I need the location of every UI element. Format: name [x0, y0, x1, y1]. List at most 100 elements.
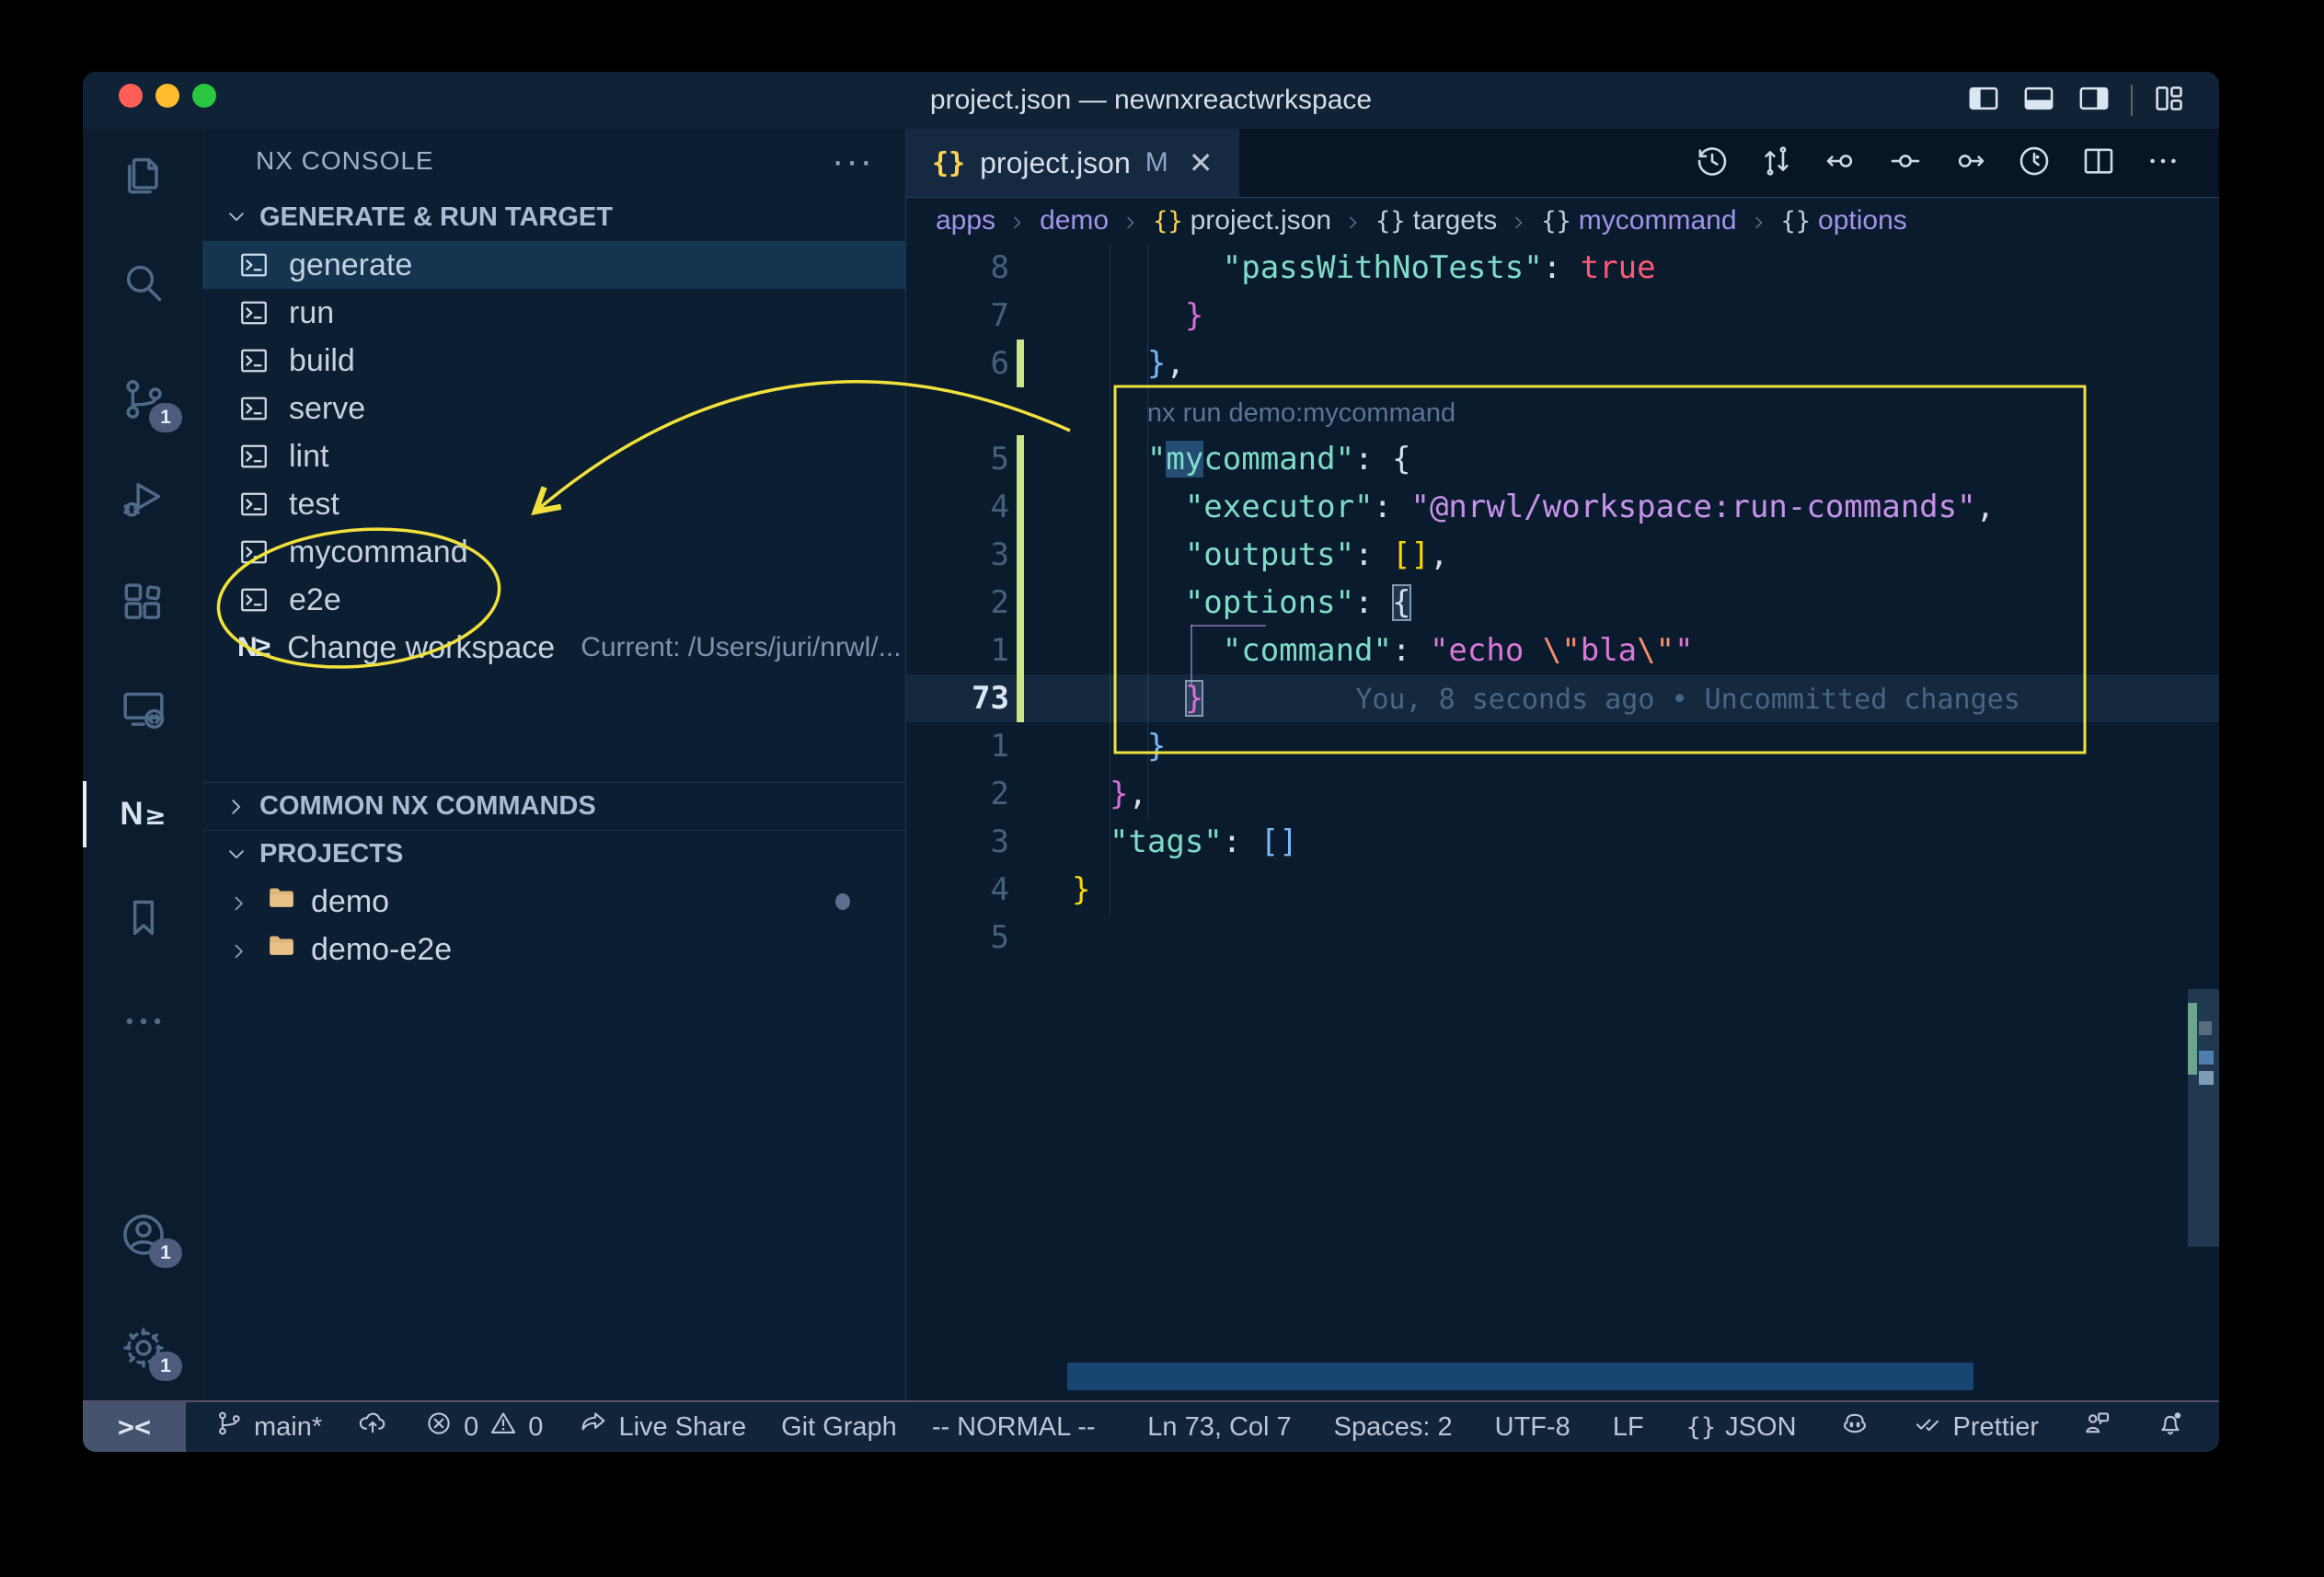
- nx-logo-icon: N≥: [237, 632, 269, 663]
- status-git-graph[interactable]: Git Graph: [781, 1412, 897, 1443]
- section-header-generate-run-target[interactable]: GENERATE & RUN TARGET: [202, 193, 905, 241]
- code-line[interactable]: 5: [906, 914, 2219, 961]
- breadcrumb-item-project.json[interactable]: {}project.json: [1153, 205, 1331, 236]
- sidebar-item-generate[interactable]: generate: [202, 241, 905, 289]
- status-eol[interactable]: LF: [1613, 1412, 1644, 1443]
- activity-item-additional-views[interactable]: [118, 996, 169, 1047]
- token: true: [1581, 249, 1656, 286]
- code-line[interactable]: 5 "mycommand": {: [906, 435, 2219, 483]
- activity-item-accounts[interactable]: 1: [118, 1209, 169, 1260]
- line-number: [906, 387, 1009, 435]
- code-line[interactable]: 1 }: [906, 722, 2219, 770]
- token: }: [1185, 297, 1203, 334]
- code-line[interactable]: 1 "command": "echo \"bla\"": [906, 627, 2219, 674]
- section-header-projects[interactable]: PROJECTS: [202, 830, 905, 878]
- status-encoding[interactable]: UTF-8: [1495, 1412, 1570, 1443]
- breadcrumb-item-apps[interactable]: apps: [936, 205, 995, 236]
- token: {: [1392, 584, 1410, 621]
- status-label: main*: [254, 1412, 322, 1443]
- layout-sidebar-right-icon[interactable]: [2076, 80, 2112, 121]
- layout-sidebar-left-icon[interactable]: [1965, 80, 2002, 121]
- activity-item-source-control[interactable]: 1: [118, 374, 169, 425]
- code-line[interactable]: 8 "passWithNoTests": true: [906, 244, 2219, 292]
- json-file-icon: {}: [932, 147, 965, 179]
- sidebar-item-serve[interactable]: serve: [202, 385, 905, 432]
- activity-item-run-and-debug[interactable]: [118, 473, 169, 524]
- status-formatter-prettier[interactable]: Prettier: [1913, 1408, 2039, 1446]
- sidebar-item-lint[interactable]: lint: [202, 432, 905, 480]
- status-cursor-position[interactable]: Ln 73, Col 7: [1147, 1412, 1291, 1443]
- status-copilot[interactable]: [1839, 1408, 1870, 1446]
- line-number: 2: [906, 770, 1009, 818]
- sidebar-item-run[interactable]: run: [202, 289, 905, 337]
- customize-layout-icon[interactable]: [2151, 80, 2188, 121]
- ellipsis-icon: [118, 996, 169, 1047]
- status-language-mode[interactable]: {}JSON: [1686, 1412, 1797, 1443]
- activity-item-explorer[interactable]: [118, 149, 169, 201]
- code-line-current[interactable]: 73 }You, 8 seconds ago • Uncommitted cha…: [906, 674, 2219, 722]
- token: "outputs": [1185, 536, 1354, 573]
- section-header-common-nx-commands[interactable]: COMMON NX COMMANDS: [202, 782, 905, 830]
- gutter-middle-icon[interactable]: [1886, 142, 1925, 185]
- status-notifications[interactable]: [2155, 1408, 2186, 1446]
- code-line[interactable]: 2 },: [906, 770, 2219, 818]
- status-label: JSON: [1725, 1412, 1796, 1443]
- code-editor[interactable]: 8 "passWithNoTests": true7 }6 }, nx run …: [906, 244, 2219, 1400]
- sidebar-item-e2e[interactable]: e2e: [202, 576, 905, 624]
- project-item-demo[interactable]: demo: [202, 878, 905, 926]
- breadcrumb-item-targets[interactable]: {}targets: [1375, 205, 1497, 236]
- token: []: [1260, 823, 1298, 860]
- code-line[interactable]: 7 }: [906, 292, 2219, 340]
- projects-list: demodemo-e2e: [202, 878, 905, 973]
- status-feedback[interactable]: [2081, 1408, 2112, 1446]
- status-sync-changes[interactable]: [357, 1408, 388, 1446]
- code-line[interactable]: 6 },: [906, 340, 2219, 387]
- activity-item-search[interactable]: [118, 258, 169, 309]
- code-line[interactable]: nx run demo:mycommand: [906, 387, 2219, 435]
- split-editor-icon[interactable]: [2079, 142, 2118, 185]
- activity-item-remote-explorer[interactable]: [118, 685, 169, 736]
- code-text: "executor": "@nrwl/workspace:run-command…: [1072, 483, 1995, 531]
- code-line[interactable]: 3 "outputs": [],: [906, 531, 2219, 579]
- tab-project-json[interactable]: {} project.json M ✕: [906, 129, 1239, 197]
- token: :: [1392, 632, 1430, 669]
- code-line[interactable]: 2 "options": {: [906, 579, 2219, 627]
- sidebar-item-change-workspace[interactable]: N≥ Change workspace Current: /Users/juri…: [202, 624, 905, 672]
- gutter-next-icon[interactable]: [1950, 142, 1989, 185]
- token: "tags": [1110, 823, 1223, 860]
- history-icon[interactable]: [1693, 142, 1731, 185]
- horizontal-scrollbar[interactable]: [1067, 1363, 1973, 1390]
- compare-changes-icon[interactable]: [1757, 142, 1796, 185]
- status-label: LF: [1613, 1412, 1644, 1443]
- activity-item-extensions[interactable]: [118, 578, 169, 629]
- status-git-branch[interactable]: main*: [213, 1408, 322, 1446]
- sidebar-item-test[interactable]: test: [202, 480, 905, 528]
- sidebar-more-actions-icon[interactable]: ···: [832, 152, 874, 170]
- code-text: "passWithNoTests": true: [1072, 244, 1656, 292]
- status-remote-indicator[interactable]: ><: [83, 1402, 186, 1452]
- status-indentation[interactable]: Spaces: 2: [1334, 1412, 1453, 1443]
- titlebar-layout-controls: [1965, 72, 2188, 129]
- activity-item-bookmarks[interactable]: [118, 892, 169, 944]
- sidebar-item-build[interactable]: build: [202, 337, 905, 385]
- project-item-demo-e2e[interactable]: demo-e2e: [202, 926, 905, 973]
- status-problems[interactable]: 00: [423, 1408, 543, 1446]
- activity-item-manage[interactable]: 1: [118, 1322, 169, 1374]
- code-line[interactable]: 4}: [906, 866, 2219, 914]
- breadcrumb-item-demo[interactable]: demo: [1040, 205, 1109, 236]
- code-line[interactable]: 3 "tags": []: [906, 818, 2219, 866]
- tab-close-icon[interactable]: ✕: [1189, 145, 1214, 180]
- terminal-icon: [237, 488, 270, 521]
- breadcrumb-item-options[interactable]: {}options: [1781, 205, 1907, 236]
- layout-panel-icon[interactable]: [2020, 80, 2057, 121]
- token: }: [1185, 680, 1203, 717]
- session-clock-icon[interactable]: [2015, 142, 2054, 185]
- code-line[interactable]: 4 "executor": "@nrwl/workspace:run-comma…: [906, 483, 2219, 531]
- more-icon[interactable]: [2144, 142, 2182, 185]
- status-live-share[interactable]: Live Share: [578, 1408, 746, 1446]
- breadcrumb-item-mycommand[interactable]: {}mycommand: [1541, 205, 1736, 236]
- status-vim-mode[interactable]: -- NORMAL --: [932, 1412, 1096, 1443]
- gutter-prev-icon[interactable]: [1822, 142, 1860, 185]
- activity-item-nx-console[interactable]: N≥: [118, 787, 169, 838]
- sidebar-item-mycommand[interactable]: mycommand: [202, 528, 905, 576]
